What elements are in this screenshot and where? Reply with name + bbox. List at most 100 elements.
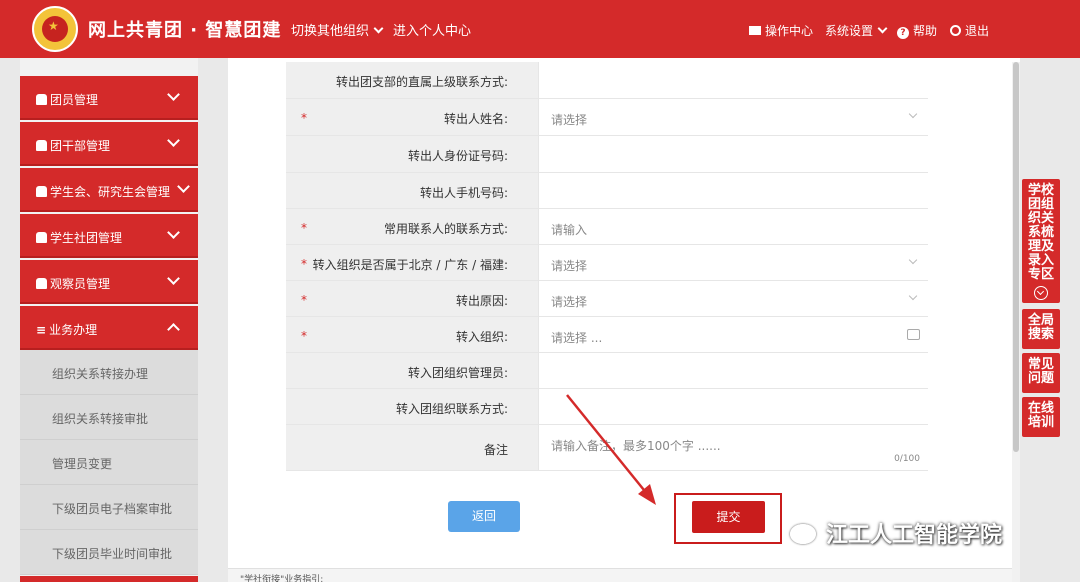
transfer-reason-select[interactable]: 请选择: [538, 281, 928, 316]
menu-icon: ≡: [36, 323, 47, 337]
submit-button[interactable]: 提交: [692, 501, 765, 533]
field-label: 转入组织:: [455, 330, 508, 344]
chevron-down-icon: [908, 109, 918, 119]
form-row: 转入团组织管理员:: [286, 353, 928, 389]
contact-info-input[interactable]: 请输入: [538, 209, 928, 244]
field-label: 转出人手机号码:: [419, 186, 508, 200]
select-placeholder: 请选择 ...: [551, 331, 603, 345]
power-icon: [950, 25, 961, 36]
sidebar-item-club-management[interactable]: 学生社团管理: [20, 214, 198, 258]
sidebar-item-label: 观察员管理: [50, 277, 111, 291]
region-select[interactable]: 请选择: [538, 245, 928, 280]
target-org-select[interactable]: 请选择 ...: [538, 317, 928, 352]
help-link[interactable]: ? 帮助: [897, 22, 937, 39]
chevron-up-icon: [167, 323, 180, 336]
main-content: 转出团支部的直属上级联系方式: * 转出人姓名: 请选择 转出人身份证号码: 转出…: [228, 58, 1020, 582]
field-label: 转出人姓名:: [443, 112, 508, 126]
person-icon: [36, 232, 47, 243]
select-placeholder: 请选择: [551, 259, 588, 273]
person-icon: [36, 94, 47, 105]
float-org-zone-button[interactable]: 学校团组织关系梳理及录入专区: [1022, 179, 1060, 303]
edit-icon[interactable]: [907, 329, 920, 340]
scrollbar-thumb[interactable]: [1013, 62, 1019, 452]
wechat-icon: [790, 524, 816, 544]
sidebar-subitem-label: 组织关系转接审批: [52, 412, 149, 426]
form-row: 转入团组织联系方式:: [286, 389, 928, 425]
phone-number-field[interactable]: [538, 173, 928, 208]
logout-link[interactable]: 退出: [950, 22, 989, 39]
char-counter: 0/100: [894, 454, 920, 464]
remark-textarea[interactable]: 请输入备注，最多100个字 ...... 0/100: [538, 425, 928, 470]
required-mark: *: [301, 221, 307, 235]
field-label: 转入团组织管理员:: [407, 366, 508, 380]
switch-org-label: 切换其他组织: [291, 24, 370, 39]
ops-center-label: 操作中心: [765, 24, 814, 38]
top-header: ★ 网上共青团 · 智慧团建 切换其他组织 进入个人中心 操作中心 系统设置 ?…: [0, 0, 1080, 58]
sidebar-item-business[interactable]: ≡ 业务办理: [20, 306, 198, 350]
sidebar-subitem-transfer-approval[interactable]: 组织关系转接审批: [20, 395, 198, 440]
form-row: * 转出人姓名: 请选择: [286, 99, 928, 136]
target-admin-field[interactable]: [538, 353, 928, 388]
field-label: 转出团支部的直属上级联系方式:: [335, 75, 508, 89]
switch-org-dropdown[interactable]: 切换其他组织: [291, 20, 384, 39]
float-training-button[interactable]: 在线培训: [1022, 397, 1060, 437]
app-title: 网上共青团 · 智慧团建: [88, 20, 282, 41]
float-button-label: 在线培训: [1027, 401, 1054, 430]
sidebar-item-label: 学生社团管理: [50, 231, 123, 245]
field-label: 转出原因:: [455, 294, 508, 308]
sidebar-item-cadre-management[interactable]: 团干部管理: [20, 122, 198, 166]
form-row: * 常用联系人的联系方式: 请输入: [286, 209, 928, 245]
chevron-down-icon: [908, 255, 918, 265]
sidebar-subitem-label: 组织关系转接办理: [52, 367, 149, 381]
watermark: 江工人工智能学院: [790, 517, 1002, 549]
sidebar-item-label: 业务办理: [49, 323, 98, 337]
person-icon: [36, 186, 47, 197]
sidebar-next-item: [20, 576, 198, 582]
watermark-text: 江工人工智能学院: [826, 523, 1003, 548]
system-settings-dropdown[interactable]: 系统设置: [825, 22, 888, 39]
sidebar-subitem-archive-approval[interactable]: 下级团员电子档案审批: [20, 485, 198, 530]
guide-section: "学社衔接"业务指引:: [228, 568, 1020, 582]
chevron-down-icon: [908, 291, 918, 301]
sidebar-item-observer-management[interactable]: 观察员管理: [20, 260, 198, 304]
superior-contact-field[interactable]: [538, 62, 928, 98]
form-row: 转出团支部的直属上级联系方式:: [286, 62, 928, 99]
sidebar-item-student-union[interactable]: 学生会、研究生会管理: [20, 168, 198, 212]
chevron-down-icon: [177, 180, 190, 193]
float-button-label: 全局搜索: [1027, 313, 1054, 342]
sidebar: 团员管理 团干部管理 学生会、研究生会管理 学生社团管理 观察员管理 ≡ 业务办理…: [20, 58, 198, 582]
chevron-circle-down-icon: [1034, 286, 1048, 300]
form-row: 转出人身份证号码:: [286, 136, 928, 173]
float-button-label: 常见问题: [1027, 357, 1054, 386]
float-faq-button[interactable]: 常见问题: [1022, 353, 1060, 393]
form-row: * 转出原因: 请选择: [286, 281, 928, 317]
person-icon: [36, 278, 47, 289]
required-mark: *: [301, 111, 307, 125]
field-label: 转入组织是否属于北京 / 广东 / 福建:: [312, 258, 508, 272]
required-mark: *: [301, 329, 307, 343]
sidebar-subitem-label: 下级团员毕业时间审批: [52, 547, 173, 561]
float-button-label: 学校团组织关系梳理及录入专区: [1027, 183, 1054, 282]
select-placeholder: 请选择: [551, 295, 588, 309]
required-mark: *: [301, 257, 307, 271]
field-label: 常用联系人的联系方式:: [383, 222, 508, 236]
id-number-field[interactable]: [538, 136, 928, 172]
sidebar-subitem-transfer-handle[interactable]: 组织关系转接办理: [20, 350, 198, 395]
transferor-name-select[interactable]: 请选择: [538, 99, 928, 135]
select-placeholder: 请选择: [551, 113, 588, 127]
float-global-search-button[interactable]: 全局搜索: [1022, 309, 1060, 349]
personal-center-link[interactable]: 进入个人中心: [393, 20, 471, 39]
chevron-down-icon: [167, 272, 180, 285]
field-label: 转入团组织联系方式:: [395, 402, 508, 416]
chevron-down-icon: [167, 88, 180, 101]
sidebar-subitem-admin-change[interactable]: 管理员变更: [20, 440, 198, 485]
input-placeholder: 请输入: [551, 223, 588, 237]
target-contact-field[interactable]: [538, 389, 928, 424]
chevron-down-icon: [373, 23, 384, 34]
back-button[interactable]: 返回: [448, 501, 520, 532]
person-icon: [36, 140, 47, 151]
ops-center-link[interactable]: 操作中心: [749, 22, 813, 39]
textarea-placeholder: 请输入备注，最多100个字 ......: [551, 439, 721, 453]
sidebar-subitem-graduation-approval[interactable]: 下级团员毕业时间审批: [20, 530, 198, 575]
sidebar-item-member-management[interactable]: 团员管理: [20, 76, 198, 120]
